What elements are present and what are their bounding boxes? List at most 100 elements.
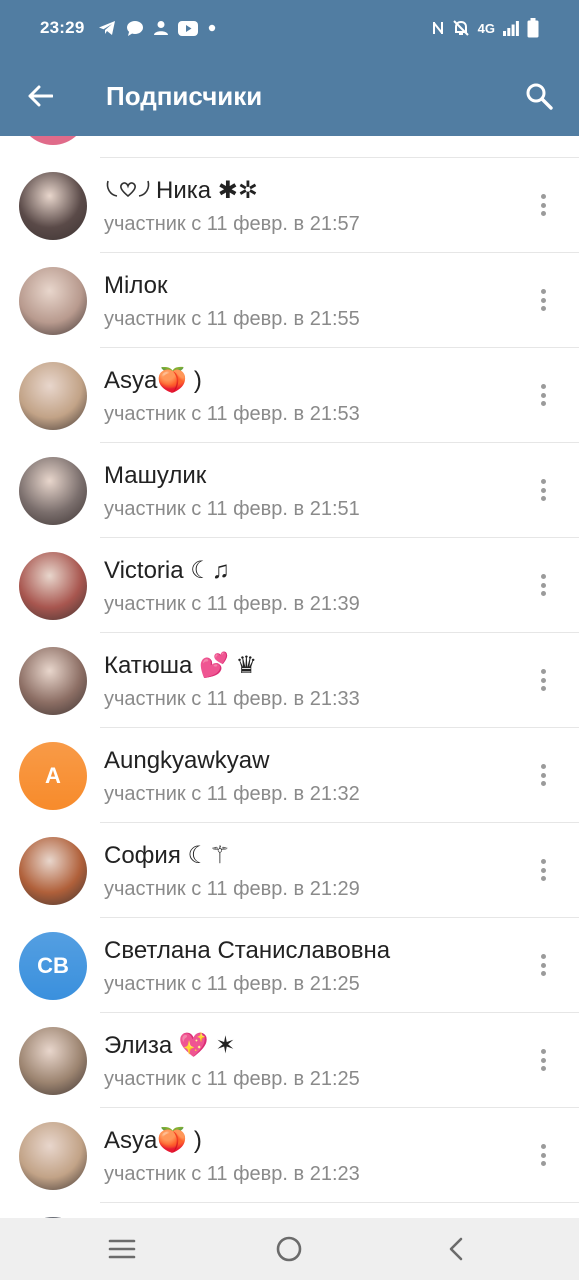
- list-item[interactable]: Катюша 💕 ♛ участник с 11 февр. в 21:33: [0, 633, 579, 728]
- more-dot-icon: [540, 962, 546, 968]
- more-options-button[interactable]: [537, 1045, 549, 1075]
- list-item[interactable]: Asya🍑 ) участник с 11 февр. в 21:23: [0, 1108, 579, 1203]
- more-dot-icon: [540, 1161, 546, 1166]
- avatar: [19, 267, 87, 335]
- page-title: Подписчики: [106, 81, 263, 111]
- list-item[interactable]: София ☾⚚ участник с 11 февр. в 21:29: [0, 823, 579, 918]
- youtube-icon: [178, 20, 199, 36]
- more-dot-icon: [540, 202, 546, 208]
- more-dot-icon: [540, 669, 546, 674]
- recents-button[interactable]: [106, 1234, 138, 1264]
- app-bar: Подписчики: [0, 56, 579, 136]
- more-dot-icon: [540, 876, 546, 881]
- member-joined-status: участник с 11 февр. в 21:53: [104, 403, 360, 425]
- more-dot-icon: [540, 582, 546, 588]
- arrow-left-icon: [28, 85, 53, 107]
- list-item-partial-bottom[interactable]: [0, 1203, 579, 1218]
- member-name: София ☾⚚: [104, 841, 231, 871]
- more-options-button[interactable]: [537, 475, 549, 505]
- more-options-button[interactable]: [537, 570, 549, 600]
- list-item[interactable]: СВ Светлана Станиславовна участник с 11 фе…: [0, 918, 579, 1013]
- avatar: A: [19, 742, 87, 810]
- home-button[interactable]: [273, 1234, 305, 1264]
- more-dot-icon: [540, 1049, 546, 1054]
- more-options-button[interactable]: [537, 950, 549, 980]
- avatar: [19, 457, 87, 525]
- system-nav-bar: [0, 1218, 579, 1280]
- member-joined-status: участник с 11 февр. в 21:23: [104, 1163, 360, 1185]
- member-name: Ника ✱✲: [104, 176, 258, 206]
- more-dot-icon: [540, 764, 546, 769]
- more-dot-icon: [540, 867, 546, 873]
- telegram-icon: [99, 21, 116, 35]
- more-dot-icon: [540, 859, 546, 864]
- more-options-button[interactable]: [537, 190, 549, 220]
- battery-icon: [527, 18, 539, 38]
- more-options-button[interactable]: [537, 285, 549, 315]
- avatar-initials: A: [45, 763, 61, 788]
- person-icon: [154, 21, 169, 35]
- recents-icon: [108, 1239, 136, 1259]
- back-chevron-icon: [449, 1237, 463, 1261]
- list-item[interactable]: Victoria ☾♫ участник с 11 февр. в 21:39: [0, 538, 579, 633]
- more-options-button[interactable]: [537, 380, 549, 410]
- member-name: Машулик: [104, 461, 206, 491]
- more-dot-icon: [540, 297, 546, 303]
- status-system-icons: 4G: [432, 18, 539, 38]
- member-joined-status: участник с 11 февр. в 21:25: [104, 973, 360, 995]
- more-dot-icon: [540, 401, 546, 406]
- member-joined-status: участник с 11 февр. в 21:39: [104, 593, 360, 615]
- nfc-icon: [432, 22, 443, 34]
- avatar: [19, 362, 87, 430]
- status-bar: 23:29 4G: [0, 0, 579, 56]
- member-name-text: Катюша 💕 ♛: [104, 652, 258, 679]
- avatar: СВ: [19, 932, 87, 1000]
- member-name-text: Aungkyawkyaw: [104, 747, 270, 774]
- list-item[interactable]: Машулик участник с 11 февр. в 21:51: [0, 443, 579, 538]
- list-item[interactable]: Элиза 💖 ✶ участник с 11 февр. в 21:25: [0, 1013, 579, 1108]
- search-button[interactable]: [519, 76, 559, 116]
- more-options-button[interactable]: [537, 855, 549, 885]
- avatar: [19, 172, 87, 240]
- member-name: Asya🍑 ): [104, 1126, 202, 1156]
- avatar: [19, 552, 87, 620]
- more-dot-icon: [540, 954, 546, 959]
- list-item[interactable]: Asya🍑 ) участник с 11 февр. в 21:53: [0, 348, 579, 443]
- more-options-button[interactable]: [537, 665, 549, 695]
- bell-off-icon: [452, 20, 469, 36]
- avatar: [19, 1027, 87, 1095]
- list-item[interactable]: A Aungkyawkyaw участник с 11 февр. в 21:32: [0, 728, 579, 823]
- member-name-text: Asya🍑 ): [104, 1127, 202, 1154]
- more-dot-icon: [540, 1057, 546, 1063]
- member-name-text: Ника ✱✲: [156, 177, 258, 204]
- more-dot-icon: [540, 1144, 546, 1149]
- member-name: Asya🍑 ): [104, 366, 202, 396]
- member-name: Мілок: [104, 271, 167, 301]
- member-joined-status: участник с 11 февр. в 21:25: [104, 1068, 360, 1090]
- more-options-button[interactable]: [537, 760, 549, 790]
- chat-icon: [127, 20, 144, 36]
- avatar: [19, 837, 87, 905]
- nav-back-button[interactable]: [440, 1234, 472, 1264]
- wings-heart-icon: [106, 180, 150, 198]
- member-name: Элиза 💖 ✶: [104, 1031, 236, 1061]
- list-item-partial-top[interactable]: [0, 136, 579, 158]
- member-joined-status: участник с 11 февр. в 21:33: [104, 688, 360, 710]
- member-joined-status: участник с 11 февр. в 21:32: [104, 783, 360, 805]
- search-icon: [526, 83, 553, 110]
- home-icon: [276, 1236, 302, 1262]
- more-dot-icon: [540, 479, 546, 484]
- subscribers-list[interactable]: Ника ✱✲ участник с 11 февр. в 21:57 Мілок у…: [0, 136, 579, 1218]
- back-button[interactable]: [22, 78, 58, 114]
- more-dot-icon: [540, 384, 546, 389]
- member-name: Aungkyawkyaw: [104, 746, 269, 776]
- member-name: Светлана Станиславовна: [104, 936, 390, 966]
- avatar: [19, 647, 87, 715]
- more-options-button[interactable]: [537, 1140, 549, 1170]
- member-joined-status: участник с 11 февр. в 21:55: [104, 308, 360, 330]
- more-dot-icon: [540, 772, 546, 778]
- avatar: [19, 1122, 87, 1190]
- list-item[interactable]: Мілок участник с 11 февр. в 21:55: [0, 253, 579, 348]
- list-item[interactable]: Ника ✱✲ участник с 11 февр. в 21:57: [0, 158, 579, 253]
- member-joined-status: участник с 11 февр. в 21:51: [104, 498, 360, 520]
